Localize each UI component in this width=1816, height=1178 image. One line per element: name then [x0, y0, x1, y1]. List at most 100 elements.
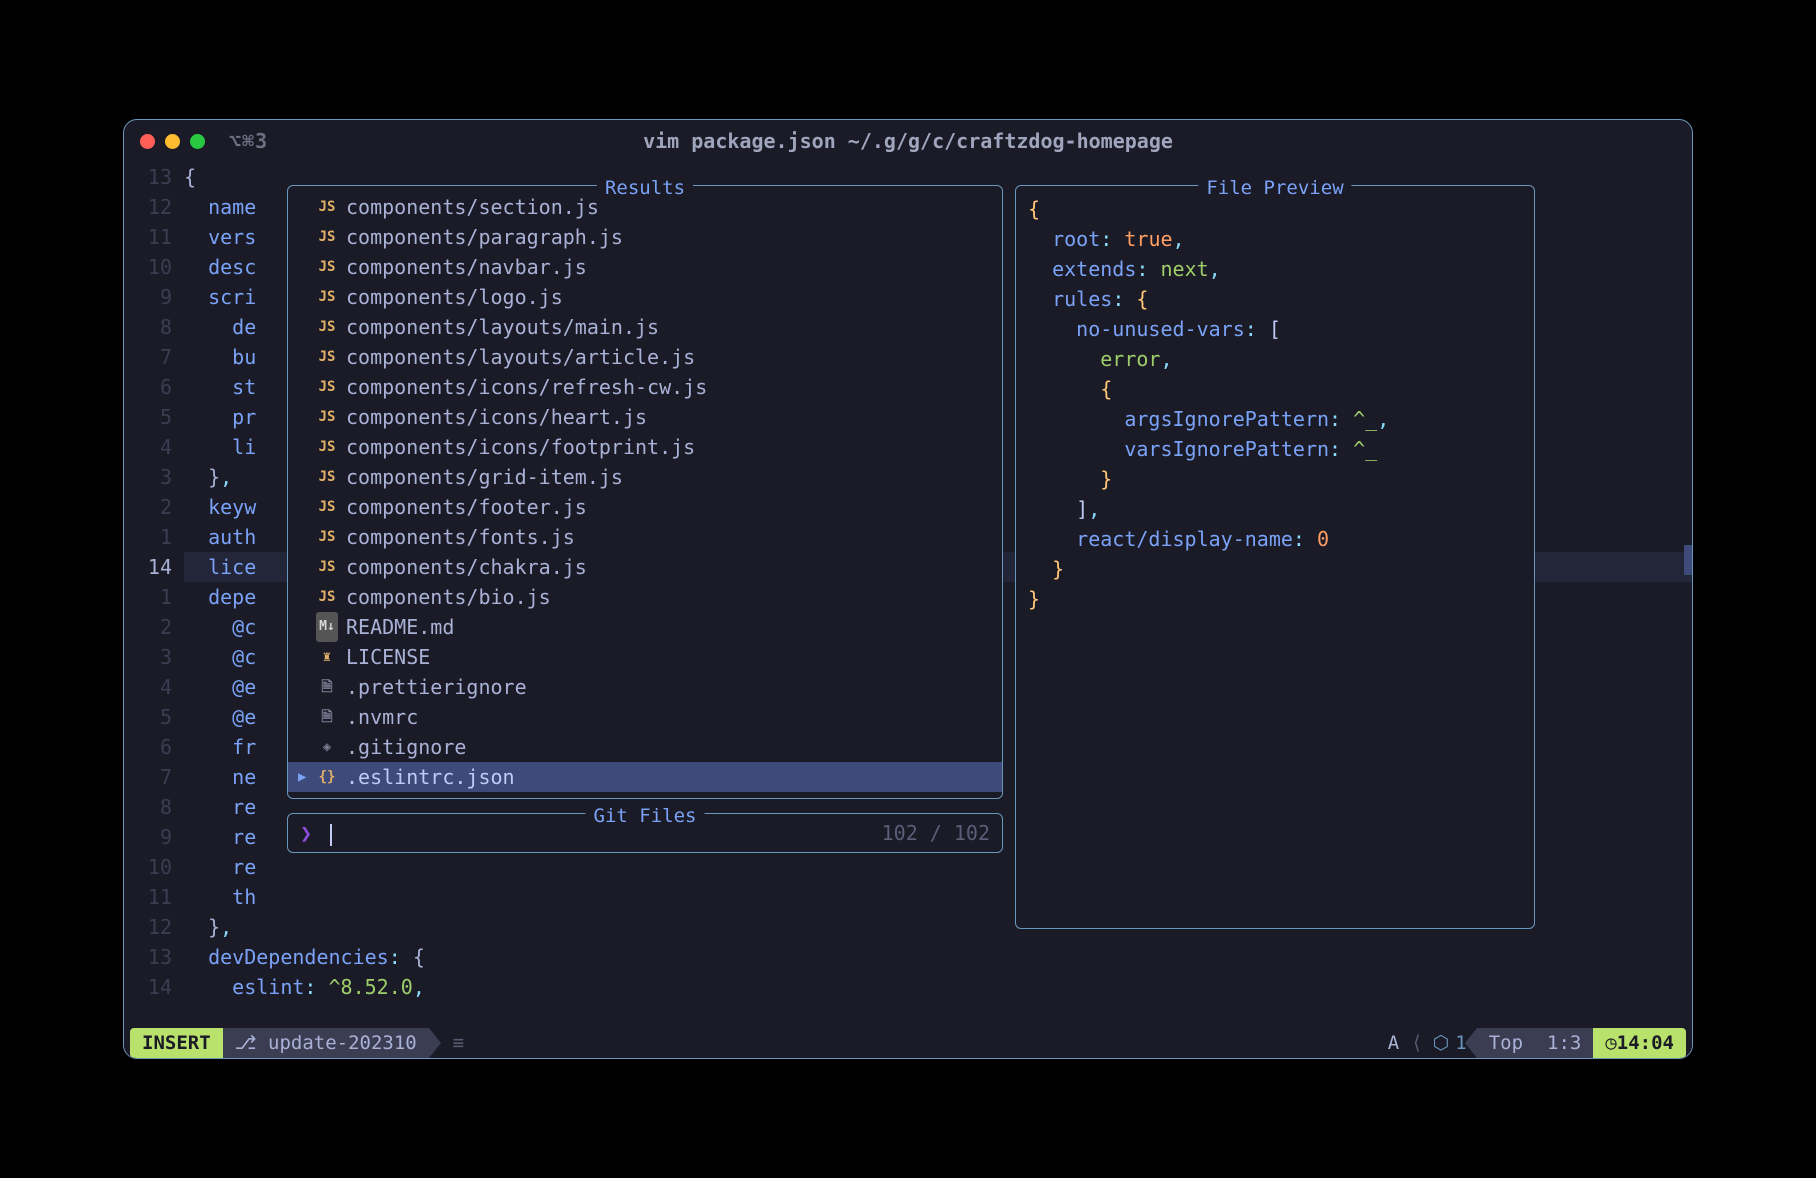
line-number: 10 — [124, 852, 172, 882]
line-number: 4 — [124, 672, 172, 702]
result-item[interactable]: JScomponents/layouts/main.js — [288, 312, 1002, 342]
preview-line: root: true, — [1028, 224, 1522, 254]
file-path: components/grid-item.js — [346, 462, 623, 492]
result-item[interactable]: JS components/logo.js — [288, 282, 1002, 312]
file-path: components/footer.js — [346, 492, 587, 522]
result-item[interactable]: JScomponents/icons/footprint.js — [288, 432, 1002, 462]
result-item[interactable]: JScomponents/navbar.js — [288, 252, 1002, 282]
result-item[interactable]: 🗎.nvmrc — [288, 702, 1002, 732]
file-icon: JS — [316, 582, 338, 612]
traffic-lights — [140, 134, 205, 149]
preview-line: argsIgnorePattern: ^_, — [1028, 404, 1522, 434]
branch-icon: ⎇ — [235, 1032, 257, 1054]
file-icon: JS — [316, 372, 338, 402]
result-item[interactable]: JS components/bio.js — [288, 582, 1002, 612]
result-item[interactable]: M↓README.md — [288, 612, 1002, 642]
preview-line: varsIgnorePattern: ^_ — [1028, 434, 1522, 464]
file-path: .prettierignore — [346, 672, 527, 702]
line-number: 9 — [124, 822, 172, 852]
preview-line: ], — [1028, 494, 1522, 524]
result-item[interactable]: JS components/grid-item.js — [288, 462, 1002, 492]
statusbar-mid: ≡ — [429, 1028, 1380, 1058]
right-highlight — [1684, 545, 1692, 575]
file-icon: JS — [316, 402, 338, 432]
results-panel: Results JScomponents/section.jsJScompone… — [287, 185, 1003, 799]
line-number: 14 — [124, 552, 172, 582]
line-number: 14 — [124, 972, 172, 1002]
preview-line: } — [1028, 464, 1522, 494]
line-number: 9 — [124, 282, 172, 312]
file-icon: JS — [316, 282, 338, 312]
file-path: components/icons/footprint.js — [346, 432, 695, 462]
statusbar-right: A ⟨ ⬡ 1 Top 1:3 ◷14:04 — [1380, 1028, 1692, 1058]
line-number: 8 — [124, 312, 172, 342]
preview-line: rules: { — [1028, 284, 1522, 314]
file-path: components/layouts/article.js — [346, 342, 695, 372]
result-item[interactable]: JS components/chakra.js — [288, 552, 1002, 582]
line-number: 12 — [124, 192, 172, 222]
scroll-position: Top — [1477, 1028, 1535, 1058]
preview-line: no-unused-vars: [ — [1028, 314, 1522, 344]
search-prompt: ❯ — [300, 818, 332, 848]
result-item[interactable]: JS components/icons/refresh-cw.js — [288, 372, 1002, 402]
code-line[interactable]: devDependencies: { — [184, 942, 1692, 972]
result-item[interactable]: ▶ {} .eslintrc.json — [288, 762, 1002, 792]
line-number: 1 — [124, 522, 172, 552]
file-path: .gitignore — [346, 732, 466, 762]
filetype-icon: ≡ — [453, 1032, 464, 1054]
result-item[interactable]: JS components/footer.js — [288, 492, 1002, 522]
minimize-button[interactable] — [165, 134, 180, 149]
result-item[interactable]: JScomponents/icons/heart.js — [288, 402, 1002, 432]
clock-icon: ◷ — [1605, 1032, 1616, 1054]
preview-panel-title: File Preview — [1198, 173, 1351, 203]
code-line[interactable]: eslint: ^8.52.0, — [184, 972, 1692, 1002]
line-number: 13 — [124, 162, 172, 192]
file-path: components/chakra.js — [346, 552, 587, 582]
line-number: 3 — [124, 642, 172, 672]
code-area[interactable]: 13121110987654321141234567891011121314 {… — [124, 162, 1692, 1028]
file-path: components/logo.js — [346, 282, 563, 312]
file-path: components/icons/refresh-cw.js — [346, 372, 707, 402]
line-number: 5 — [124, 402, 172, 432]
result-item[interactable]: 🗎.prettierignore — [288, 672, 1002, 702]
file-icon: {} — [316, 762, 338, 792]
file-icon: 🗎 — [316, 702, 338, 732]
line-number: 13 — [124, 942, 172, 972]
close-button[interactable] — [140, 134, 155, 149]
result-item[interactable]: ◈ .gitignore — [288, 732, 1002, 762]
result-item[interactable]: JScomponents/fonts.js — [288, 522, 1002, 552]
file-icon: ◈ — [316, 732, 338, 762]
result-item[interactable]: JScomponents/paragraph.js — [288, 222, 1002, 252]
editor[interactable]: 13121110987654321141234567891011121314 {… — [124, 162, 1692, 1058]
preview-line: error, — [1028, 344, 1522, 374]
mode-indicator: INSERT — [130, 1028, 223, 1058]
titlebar: ⌥⌘3 vim package.json ~/.g/g/c/craftzdog-… — [124, 120, 1692, 162]
file-icon: JS — [316, 462, 338, 492]
results-panel-title: Results — [597, 173, 693, 203]
line-number: 2 — [124, 492, 172, 522]
line-number: 7 — [124, 762, 172, 792]
result-item[interactable]: ♜LICENSE — [288, 642, 1002, 672]
file-path: components/paragraph.js — [346, 222, 623, 252]
selection-arrow-icon: ▶ — [298, 762, 308, 792]
cursor-position: 1:3 — [1535, 1028, 1593, 1058]
text-cursor — [330, 824, 332, 846]
file-icon: JS — [316, 252, 338, 282]
file-path: .eslintrc.json — [346, 762, 515, 792]
line-number: 6 — [124, 732, 172, 762]
diag-indicator: A — [1380, 1028, 1407, 1058]
maximize-button[interactable] — [190, 134, 205, 149]
preview-panel: File Preview { root: true, extends: next… — [1015, 185, 1535, 929]
results-list[interactable]: JScomponents/section.jsJScomponents/para… — [288, 186, 1002, 798]
line-number: 10 — [124, 252, 172, 282]
preview-content: { root: true, extends: next, rules: { no… — [1016, 186, 1534, 622]
file-path: components/fonts.js — [346, 522, 575, 552]
file-icon: JS — [316, 552, 338, 582]
line-number: 12 — [124, 912, 172, 942]
preview-line: extends: next, — [1028, 254, 1522, 284]
lsp-icon: ⬡ — [1427, 1028, 1456, 1058]
file-path: components/bio.js — [346, 582, 551, 612]
file-icon: JS — [316, 492, 338, 522]
statusbar: INSERT ⎇ update-202310 ≡ A ⟨ ⬡ 1 Top 1:3… — [124, 1028, 1692, 1058]
result-item[interactable]: JScomponents/layouts/article.js — [288, 342, 1002, 372]
